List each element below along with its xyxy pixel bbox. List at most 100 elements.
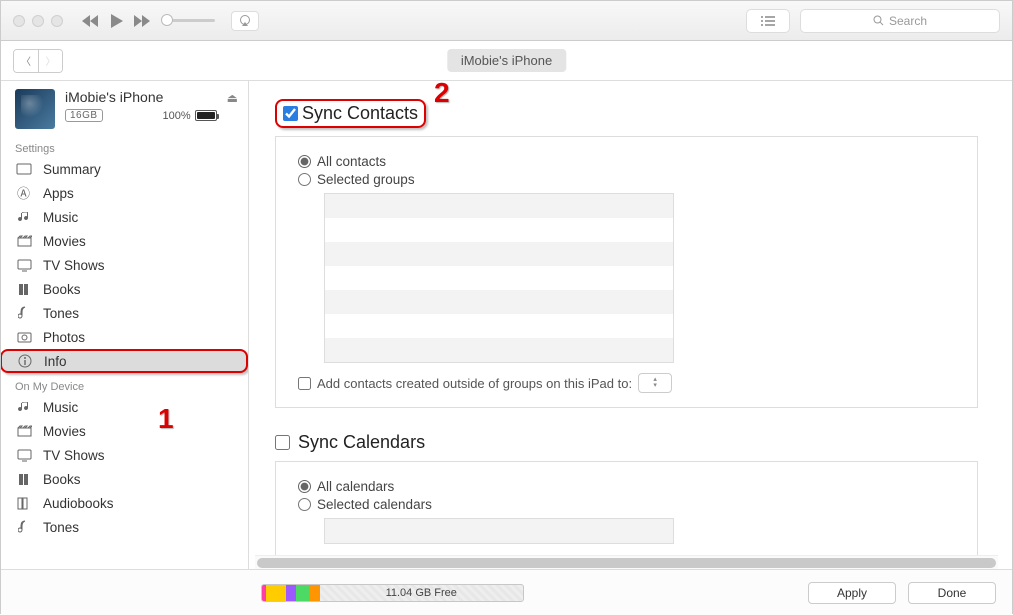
search-icon [873,15,884,26]
search-input[interactable]: Search [800,9,1000,33]
eject-icon[interactable]: ⏏ [227,89,238,105]
device-thumbnail [15,89,55,129]
sidebar-item-tones[interactable]: Tones [1,301,248,325]
sidebar-item-music[interactable]: Music [1,395,248,419]
outside-groups-label: Add contacts created outside of groups o… [317,376,632,391]
sidebar-item-label: Summary [43,162,101,177]
done-button[interactable]: Done [908,582,996,604]
sidebar-item-movies[interactable]: Movies [1,229,248,253]
close-dot[interactable] [13,15,25,27]
books-icon [15,473,33,486]
sidebar-item-tv-shows[interactable]: TV Shows [1,443,248,467]
sub-toolbar: 〈 〉 iMobie's iPhone [1,41,1012,81]
nav-buttons: 〈 〉 [13,49,63,73]
music-icon [15,400,33,414]
movies-icon [15,425,33,437]
sidebar: iMobie's iPhone 16GB 100% ⏏ Settings Sum… [1,81,249,569]
tones-icon [15,306,33,320]
minimize-dot[interactable] [32,15,44,27]
forward-button[interactable]: 〉 [38,50,62,72]
movies-icon [15,235,33,247]
sidebar-item-label: Movies [43,424,86,439]
sidebar-item-label: Tones [43,520,79,535]
outside-groups-row: Add contacts created outside of groups o… [298,373,955,393]
selected-calendars-radio[interactable]: Selected calendars [298,497,955,512]
calendars-listbox[interactable] [324,518,674,544]
airplay-button[interactable] [231,11,259,31]
battery-percent: 100% [163,110,191,122]
selected-groups-radio[interactable]: Selected groups [298,172,955,187]
sidebar-item-label: Movies [43,234,86,249]
sync-calendars-title: Sync Calendars [298,432,425,453]
all-contacts-radio[interactable]: All contacts [298,154,955,169]
photos-icon [15,331,33,343]
tv-icon [15,259,33,272]
scroll-area: 2 Sync Contacts All contacts Selected gr… [249,81,1004,555]
sidebar-item-label: Tones [43,306,79,321]
sync-calendars-checkbox[interactable] [275,435,290,450]
sidebar-item-label: Books [43,472,81,487]
audiobooks-icon [15,497,33,510]
capacity-seg-other [310,585,320,601]
window-controls [13,15,63,27]
list-view-button[interactable] [746,9,790,33]
groups-listbox[interactable] [324,193,674,363]
sidebar-item-label: Music [43,210,78,225]
sidebar-item-info[interactable]: Info [1,349,248,373]
info-icon [16,354,34,368]
sidebar-item-label: Photos [43,330,85,345]
sync-contacts-title: Sync Contacts [302,103,418,124]
capacity-bar: 11.04 GB Free [261,584,524,602]
horizontal-scrollbar[interactable] [255,555,998,569]
sidebar-item-label: Apps [43,186,74,201]
capacity-seg-photos [266,585,286,601]
prev-track-icon[interactable] [81,12,99,30]
all-calendars-radio[interactable]: All calendars [298,479,955,494]
outside-groups-checkbox[interactable] [298,377,311,390]
play-icon[interactable] [107,12,125,30]
outside-groups-select[interactable]: ▴▾ [638,373,672,393]
next-track-icon[interactable] [133,12,151,30]
footer: 11.04 GB Free Apply Done [1,569,1012,615]
tv-icon [15,449,33,462]
sidebar-item-books[interactable]: Books [1,277,248,301]
sidebar-item-tv-shows[interactable]: TV Shows [1,253,248,277]
annotation-step-1: 1 [158,403,174,435]
sidebar-item-music[interactable]: Music [1,205,248,229]
sidebar-item-photos[interactable]: Photos [1,325,248,349]
device-header: iMobie's iPhone 16GB 100% ⏏ [1,81,248,135]
volume-slider[interactable] [165,19,215,22]
sidebar-item-summary[interactable]: Summary [1,157,248,181]
content-area: 2 Sync Contacts All contacts Selected gr… [249,81,1012,569]
sync-contacts-checkbox[interactable] [283,106,298,121]
sidebar-item-label: Audiobooks [43,496,114,511]
sidebar-item-movies[interactable]: Movies [1,419,248,443]
toolbar: Search [1,1,1012,41]
sidebar-item-label: Music [43,400,78,415]
tones-icon [15,520,33,534]
battery-status: 100% [163,110,217,122]
books-icon [15,283,33,296]
sidebar-item-label: TV Shows [43,448,105,463]
sidebar-item-label: Books [43,282,81,297]
zoom-dot[interactable] [51,15,63,27]
sidebar-item-tones[interactable]: Tones [1,515,248,539]
sidebar-item-books[interactable]: Books [1,467,248,491]
svg-text:Ⓐ: Ⓐ [17,186,30,201]
back-button[interactable]: 〈 [14,50,38,72]
summary-icon [15,163,33,175]
sidebar-item-label: TV Shows [43,258,105,273]
ondevice-list: Music Movies TV Shows Books Audiobooks Tones [1,395,248,539]
device-name: iMobie's iPhone [65,89,217,105]
sidebar-item-label: Info [44,354,67,369]
apply-button[interactable]: Apply [808,582,896,604]
capacity-badge: 16GB [65,109,103,122]
settings-list: Summary Ⓐ Apps Music Movies TV Shows Books Tone… [1,157,248,373]
calendars-panel: All calendars Selected calendars [275,461,978,559]
capacity-seg-apps [286,585,296,601]
device-pill[interactable]: iMobie's iPhone [447,49,566,72]
sidebar-item-audiobooks[interactable]: Audiobooks [1,491,248,515]
annotation-step-2: 2 [434,81,450,109]
sidebar-item-apps[interactable]: Ⓐ Apps [1,181,248,205]
sync-calendars-header: Sync Calendars [275,432,978,453]
